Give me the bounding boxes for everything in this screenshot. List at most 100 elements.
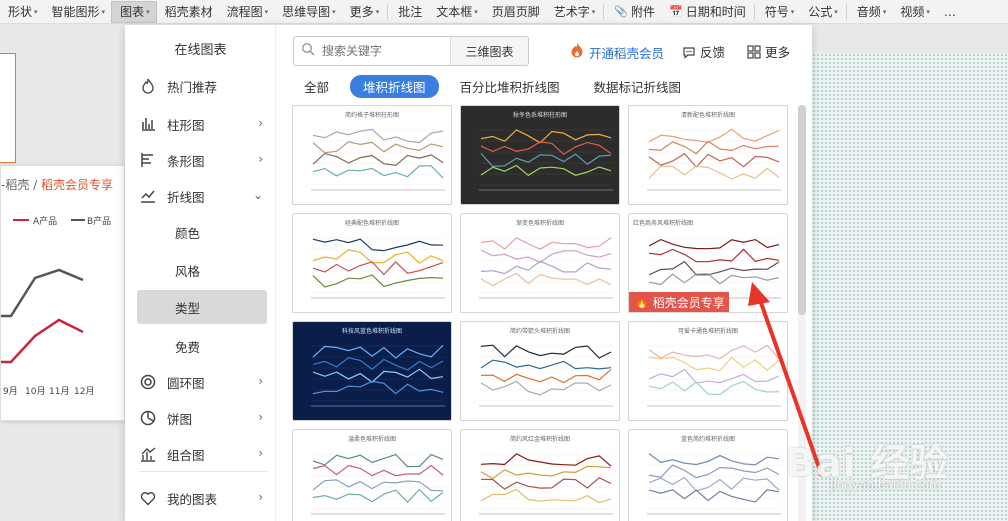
ribbon-item-10[interactable]: 艺术字 ▾	[546, 1, 602, 23]
sidebar-item-donut[interactable]: 圆环图 ›	[139, 365, 267, 399]
more-label: 更多	[764, 45, 790, 60]
chart-preview-card: -稻壳 / 稻壳会员专享 A产品 B产品 9月 10月 11月 12月	[0, 165, 125, 421]
category-sidebar: 在线图表 热门推荐 柱形图 › 条形图 › 折线图 ⌄ 颜色 风格 类型 免费 …	[125, 25, 276, 521]
tab-stacked-line[interactable]: 堆积折线图	[350, 74, 439, 98]
ribbon-item-17[interactable]: …	[936, 1, 962, 23]
ribbon-toolbar: 形状 ▾ 智能图形 ▾ 图表 ▾ 稻壳素材 流程图 ▾ 思维导图 ▾ 更多 ▾ 批注 文本框 ▾ 页眉页脚 艺术字…	[0, 0, 1008, 24]
legend-a-label: A产品	[33, 215, 57, 227]
template-card[interactable]: 可爱卡通色堆积折线图	[628, 321, 788, 421]
ribbon-item-0[interactable]: 形状 ▾	[0, 1, 44, 23]
3d-charts-button[interactable]: 三维图表	[450, 37, 528, 65]
ribbon-item-label: 公式	[808, 5, 833, 19]
ribbon-item-15[interactable]: 音频 ▾	[849, 1, 893, 23]
sidebar-item-bar[interactable]: 柱形图 ›	[139, 107, 267, 141]
ribbon-item-11[interactable]: 📎 附件	[606, 1, 661, 23]
template-card[interactable]: 经典配色堆积折线图	[292, 213, 452, 313]
ribbon-item-label: 图表	[120, 5, 145, 19]
template-title: 红色商务风堆积折线图	[633, 219, 693, 227]
sidebar-divider	[139, 471, 267, 472]
sidebar-sub-color[interactable]: 颜色	[137, 215, 267, 249]
ribbon-item-label: 流程图	[226, 5, 263, 19]
tab-marker-line[interactable]: 数据标记折线图	[581, 75, 695, 98]
template-card[interactable]: 简约风红金堆积折线图	[460, 429, 620, 521]
template-card[interactable]: 秋冬色系堆积柱形图	[460, 105, 620, 205]
x-label-4: 12月	[74, 386, 94, 397]
legend-b-label: B产品	[87, 215, 111, 227]
ribbon-item-3[interactable]: 稻壳素材	[157, 1, 219, 23]
template-card[interactable]: 蓝色简约堆积折线图	[628, 429, 788, 521]
thumbnail-background	[461, 322, 619, 420]
ribbon-item-label: 形状	[8, 5, 33, 19]
vip-badge-label: 稻壳会员专享	[652, 295, 725, 310]
dropdown-arrow-icon: ▾	[375, 7, 380, 16]
dropdown-arrow-icon: ▾	[591, 7, 596, 16]
ribbon-item-6[interactable]: 更多 ▾	[342, 1, 386, 23]
ribbon-item-13[interactable]: 符号 ▾	[757, 1, 801, 23]
template-card[interactable]: 红色商务风堆积折线图 🔥 稻壳会员专享	[628, 213, 788, 313]
chevron-right-icon: ›	[258, 446, 263, 460]
template-title: 可爱卡通色堆积折线图	[678, 327, 738, 335]
sidebar-item-my-charts[interactable]: 我的图表 ›	[139, 481, 267, 515]
sidebar-sub-style[interactable]: 风格	[137, 253, 267, 287]
tab-all[interactable]: 全部	[291, 75, 342, 98]
search-box: 三维图表	[293, 36, 529, 66]
tab-percent-stacked-line[interactable]: 百分比堆积折线图	[447, 75, 573, 98]
template-card[interactable]: 渐变色堆积折线图	[460, 213, 620, 313]
slide-thumbnail-left	[0, 53, 16, 163]
ribbon-item-16[interactable]: 视频 ▾	[892, 1, 936, 23]
sidebar-item-hbar[interactable]: 条形图 ›	[139, 143, 267, 177]
ribbon-separator	[387, 3, 389, 20]
open-vip-link[interactable]: 开通稻壳会员	[570, 42, 664, 62]
sidebar-item-label: 饼图	[167, 411, 193, 427]
ribbon-item-label: 日期和时间	[685, 5, 746, 19]
template-card[interactable]: 简约格子堆积柱形图	[292, 105, 452, 205]
thumbnail-background	[293, 322, 451, 420]
bar-chart-icon	[139, 115, 157, 133]
template-thumbnail: 可爱卡通色堆积折线图	[629, 322, 787, 420]
ribbon-item-5[interactable]: 思维导图 ▾	[274, 1, 342, 23]
template-card[interactable]: 温柔色堆积折线图	[292, 429, 452, 521]
ribbon-item-8[interactable]: 文本框 ▾	[428, 1, 484, 23]
sidebar-sub-type[interactable]: 类型	[137, 290, 267, 324]
sidebar-item-label: 折线图	[167, 189, 205, 205]
ribbon-item-9[interactable]: 页眉页脚	[484, 1, 546, 23]
more-button[interactable]: 更多	[747, 42, 790, 61]
ribbon-item-2[interactable]: 图表 ▾	[111, 0, 157, 23]
dropdown-arrow-icon: ▾	[474, 7, 478, 16]
sidebar-item-pie[interactable]: 饼图 ›	[139, 401, 267, 435]
ribbon-item-7[interactable]: 批注	[390, 1, 428, 23]
combo-chart-icon	[139, 445, 157, 463]
vip-flame-icon	[570, 42, 584, 62]
search-icon[interactable]	[294, 42, 322, 60]
sidebar-item-combo[interactable]: 组合图 ›	[139, 437, 267, 471]
search-input[interactable]	[322, 44, 446, 58]
ribbon-item-4[interactable]: 流程图 ▾	[219, 1, 275, 23]
x-label-1: 9月	[3, 386, 18, 397]
sidebar-sub-free[interactable]: 免费	[137, 329, 267, 363]
template-thumbnail: 简约风红金堆积折线图	[461, 430, 619, 521]
sidebar-item-line[interactable]: 折线图 ⌄	[139, 179, 267, 213]
chevron-right-icon: ›	[258, 374, 263, 388]
chevron-down-icon: ⌄	[252, 188, 263, 202]
feedback-button[interactable]: 反馈	[682, 42, 725, 61]
ribbon-item-1[interactable]: 智能图形 ▾	[44, 1, 112, 23]
chevron-right-icon: ›	[258, 490, 263, 504]
template-card[interactable]: 简约带箭头堆积折线图	[460, 321, 620, 421]
template-thumbnail: 清新配色堆积折线图	[629, 106, 787, 204]
dropdown-arrow-icon: ▾	[34, 7, 38, 16]
thumbnail-background	[629, 322, 787, 420]
ribbon-item-14[interactable]: 公式 ▾	[800, 1, 844, 23]
ribbon-item-12[interactable]: 📅 日期和时间	[661, 1, 752, 23]
sidebar-item-label: 组合图	[167, 447, 205, 463]
thumbnail-background	[461, 214, 619, 312]
dropdown-arrow-icon: ▾	[332, 7, 336, 16]
sidebar-item-hot[interactable]: 热门推荐	[139, 69, 267, 103]
pie-chart-icon	[139, 409, 157, 427]
ribbon-item-label: 文本框	[436, 5, 473, 19]
flame-icon: 🔥	[635, 295, 649, 309]
template-card[interactable]: 科技风蓝色堆积折线图	[292, 321, 452, 421]
template-grid: 简约格子堆积柱形图 秋冬色系堆积柱形图 清新配色堆积折线图经典配色堆积折线图 渐变色堆…	[292, 105, 797, 521]
scrollbar-thumb[interactable]	[798, 105, 806, 315]
template-card[interactable]: 清新配色堆积折线图	[628, 105, 788, 205]
ribbon-item-label: …	[943, 4, 956, 19]
